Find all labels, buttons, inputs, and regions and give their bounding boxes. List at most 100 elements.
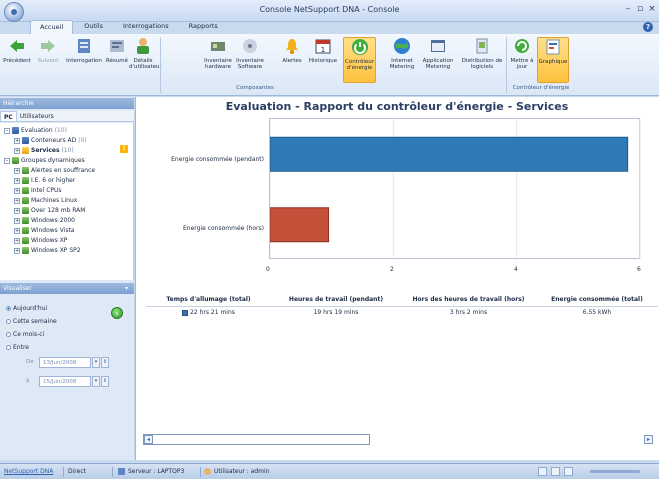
tree-item[interactable]: + Conteneurs AD (0) bbox=[14, 136, 87, 145]
option-cette-semaine[interactable]: Cette semaine bbox=[6, 318, 57, 325]
expand-icon[interactable]: + bbox=[14, 197, 20, 204]
tree-item[interactable]: + Alertes en souffrance bbox=[14, 166, 95, 175]
expand-icon[interactable]: + bbox=[14, 177, 20, 184]
tree-item[interactable]: – Groupes dynamiques bbox=[4, 156, 85, 165]
date-from-label: De bbox=[26, 359, 34, 365]
chart-svg bbox=[269, 119, 641, 260]
tree-item[interactable]: + Windows Vista bbox=[14, 226, 75, 235]
minimize-button[interactable]: – bbox=[622, 4, 634, 14]
precedent-button[interactable]: Précédent bbox=[2, 37, 32, 83]
alertes-label: Alertes bbox=[282, 58, 302, 64]
scroll-left-icon[interactable]: ◂ bbox=[144, 435, 153, 444]
date-from-field[interactable]: 13/Jun/2008 bbox=[39, 357, 91, 368]
graphique-button[interactable]: Graphique bbox=[537, 37, 569, 83]
zoom-slider[interactable] bbox=[590, 470, 640, 473]
expand-icon[interactable]: + bbox=[14, 137, 20, 144]
internet-metering-button[interactable]: Internet Metering bbox=[385, 37, 419, 83]
expand-icon[interactable]: + bbox=[14, 227, 20, 234]
chart-bar[interactable] bbox=[269, 136, 629, 172]
radio-icon bbox=[6, 345, 11, 350]
tree-item[interactable]: + Machines Linux bbox=[14, 196, 77, 205]
globe-icon bbox=[394, 38, 410, 54]
collapse-icon[interactable]: – bbox=[4, 157, 10, 164]
expand-icon[interactable]: + bbox=[14, 187, 20, 194]
close-button[interactable]: × bbox=[646, 4, 658, 14]
tab-utilisateurs[interactable]: Utilisateurs bbox=[17, 111, 57, 121]
chart-icon bbox=[546, 39, 560, 55]
expand-icon[interactable]: + bbox=[14, 207, 20, 214]
collapse-icon[interactable]: – bbox=[4, 127, 10, 134]
tree-item[interactable]: + Windows XP SP2 bbox=[14, 246, 81, 255]
radio-icon bbox=[6, 332, 11, 337]
date-to-spinner[interactable]: ⇕ bbox=[101, 376, 109, 387]
group-icon bbox=[22, 187, 29, 194]
tab-outils[interactable]: Outils bbox=[75, 20, 112, 35]
alertes-button[interactable]: Alertes bbox=[280, 37, 304, 83]
group-icon bbox=[22, 217, 29, 224]
tree-item[interactable]: + I.E. 6 or higher bbox=[14, 176, 75, 185]
tab-interrogations[interactable]: Interrogations bbox=[114, 20, 178, 35]
expand-icon[interactable]: + bbox=[14, 217, 20, 224]
view-fit-button[interactable] bbox=[564, 467, 573, 476]
apply-button[interactable]: › bbox=[111, 307, 123, 319]
restore-button[interactable]: ▫ bbox=[634, 4, 646, 14]
controleur-energie-button[interactable]: Contrôleur d'énergie bbox=[343, 37, 376, 83]
expand-icon[interactable]: + bbox=[14, 247, 20, 254]
x-tick-label: 6 bbox=[637, 266, 641, 273]
chart-bar[interactable] bbox=[269, 207, 330, 243]
scroll-right-icon[interactable]: ▸ bbox=[644, 435, 653, 444]
distribution-logiciels-button[interactable]: Distribution de logiciels bbox=[460, 37, 504, 83]
view-header[interactable]: Visualiser ▾ bbox=[0, 283, 134, 294]
date-from-dropdown[interactable]: ▾ bbox=[92, 357, 100, 368]
table-header: Heures de travail (pendant) bbox=[288, 296, 384, 303]
horizontal-scrollbar[interactable] bbox=[143, 434, 370, 445]
group-icon bbox=[22, 237, 29, 244]
details-utilisateur-button[interactable]: Détails d'utilisateur bbox=[129, 37, 162, 83]
tab-accueil[interactable]: Accueil bbox=[30, 20, 74, 35]
expand-icon[interactable]: + bbox=[14, 167, 20, 174]
interrogation-button[interactable]: Interrogation bbox=[64, 37, 104, 83]
expand-icon[interactable]: + bbox=[14, 147, 20, 154]
historique-button[interactable]: 1 Historique bbox=[306, 37, 340, 83]
application-metering-button[interactable]: Application Metering bbox=[420, 37, 456, 83]
tab-pc[interactable]: PC bbox=[0, 111, 17, 121]
view-normal-button[interactable] bbox=[538, 467, 547, 476]
hierarchy-header: Hiérarchie bbox=[0, 98, 134, 109]
group-icon bbox=[22, 167, 29, 174]
suivant-label: Suivant bbox=[37, 58, 59, 64]
tree-item[interactable]: + Windows XP bbox=[14, 236, 67, 245]
dynamic-group-icon bbox=[12, 157, 19, 164]
resume-button[interactable]: Résumé bbox=[106, 37, 128, 83]
option-ce-mois-ci[interactable]: Ce mois-ci bbox=[6, 331, 44, 338]
query-icon bbox=[78, 39, 90, 53]
warning-icon: ! bbox=[120, 145, 128, 153]
date-to-dropdown[interactable]: ▾ bbox=[92, 376, 100, 387]
table-cell: 19 hrs 19 mins bbox=[313, 309, 359, 316]
inventaire-hardware-button[interactable]: Inventaire hardware bbox=[203, 37, 233, 83]
view-layout-button[interactable] bbox=[551, 467, 560, 476]
product-link[interactable]: NetSupport DNA bbox=[4, 468, 53, 475]
user-icon bbox=[204, 468, 211, 475]
inventaire-software-button[interactable]: Inventaire Software bbox=[234, 37, 266, 83]
precedent-label: Précédent bbox=[3, 58, 31, 64]
radio-icon bbox=[6, 319, 11, 324]
option-entre[interactable]: Entre bbox=[6, 344, 29, 351]
tree-item-selected[interactable]: + Services (10) bbox=[14, 146, 74, 155]
tree-item[interactable]: – Evaluation (10) bbox=[4, 126, 67, 135]
help-icon[interactable]: ? bbox=[643, 22, 653, 32]
tree-item[interactable]: + Intel CPUs bbox=[14, 186, 62, 195]
tree-item[interactable]: + Windows 2000 bbox=[14, 216, 75, 225]
mettre-a-jour-button[interactable]: Mettre à jour bbox=[509, 37, 535, 83]
x-tick-label: 2 bbox=[390, 266, 394, 273]
department-icon bbox=[22, 147, 29, 154]
date-to-field[interactable]: 15/Jun/2008 bbox=[39, 376, 91, 387]
details-icon[interactable] bbox=[182, 309, 189, 316]
tab-rapports[interactable]: Rapports bbox=[180, 20, 227, 35]
option-aujourdhui[interactable]: Aujourd'hui bbox=[6, 305, 47, 312]
tree-item[interactable]: + Over 128 mb RAM bbox=[14, 206, 85, 215]
server-status: Serveur : LAPTOP3 bbox=[118, 468, 184, 475]
user-details-icon bbox=[137, 38, 149, 54]
expand-icon[interactable]: + bbox=[14, 237, 20, 244]
suivant-button[interactable]: Suivant bbox=[33, 37, 63, 83]
date-from-spinner[interactable]: ⇕ bbox=[101, 357, 109, 368]
